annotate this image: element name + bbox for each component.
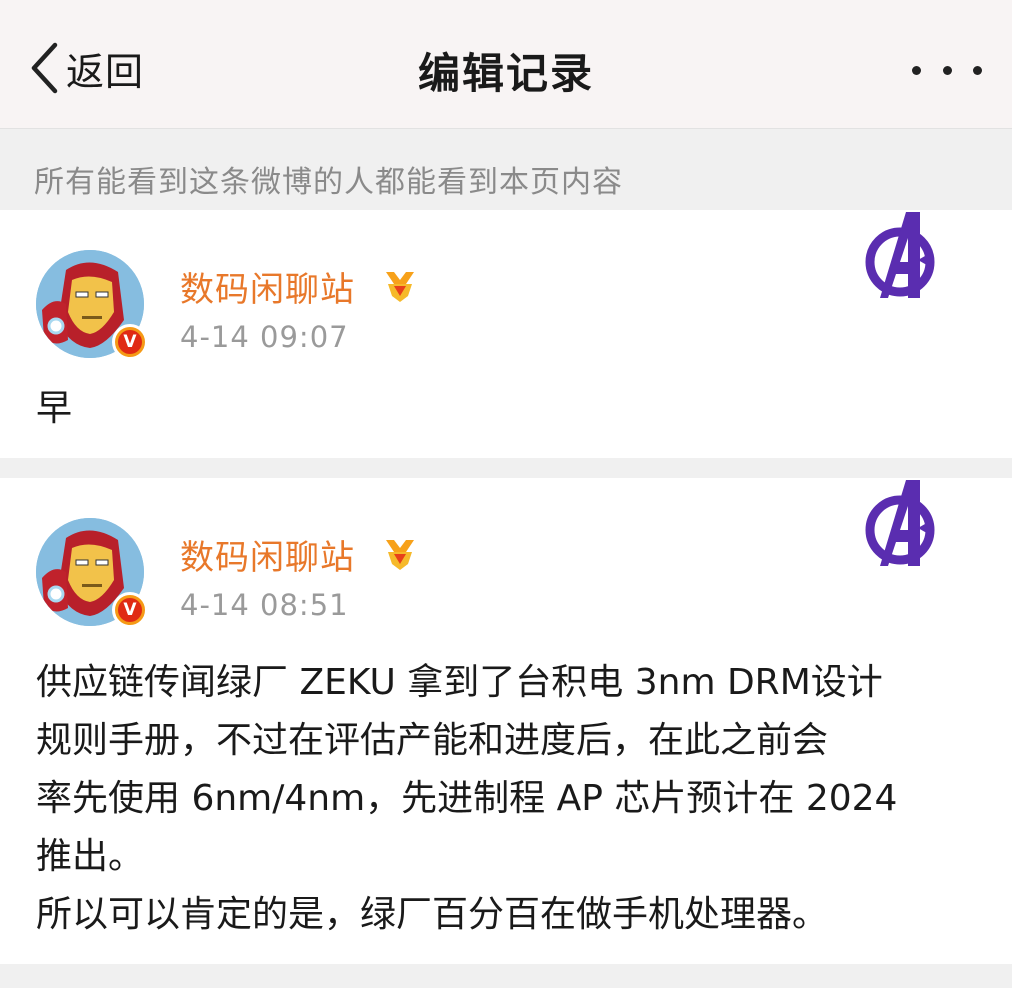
vip-medal-icon <box>380 266 420 310</box>
post-content: 早 <box>36 380 986 438</box>
vip-medal-icon <box>380 534 420 578</box>
content-line: 早 <box>36 388 73 429</box>
notice-text: 所有能看到这条微博的人都能看到本页内容 <box>34 165 623 200</box>
content-line: 供应链传闻绿厂 ZEKU 拿到了台积电 3nm DRM设计 <box>36 662 883 703</box>
more-button[interactable] <box>912 58 982 82</box>
verified-badge: V <box>112 324 148 360</box>
nav-bar: 返回 编辑记录 <box>0 0 1012 129</box>
more-dots-icon <box>942 65 952 75</box>
avengers-logo-badge <box>858 478 942 574</box>
visibility-notice: 所有能看到这条微博的人都能看到本页内容 <box>0 129 1012 210</box>
timestamp: 4-14 08:51 <box>180 588 349 622</box>
content-line: 率先使用 6nm/4nm，先进制程 AP 芯片预计在 2024 <box>36 778 898 819</box>
verified-badge: V <box>112 592 148 628</box>
post-content: 供应链传闻绿厂 ZEKU 拿到了台积电 3nm DRM设计 规则手册，不过在评估… <box>36 654 986 944</box>
page-title: 编辑记录 <box>417 49 594 98</box>
more-dots-icon <box>973 65 982 75</box>
avengers-logo-badge <box>858 210 942 306</box>
edit-record-card: V 数码闲聊站 4-14 09:07 早 <box>0 210 1012 458</box>
edit-record-card: V 数码闲聊站 4-14 08:51 供应链传闻绿厂 ZEKU 拿到了台积电 3… <box>0 478 1012 964</box>
more-dots-icon <box>912 65 921 75</box>
timestamp: 4-14 09:07 <box>180 320 349 354</box>
username[interactable]: 数码闲聊站 <box>180 262 355 311</box>
content-line: 规则手册，不过在评估产能和进度后，在此之前会 <box>36 720 829 761</box>
username[interactable]: 数码闲聊站 <box>180 530 355 579</box>
content-line: 所以可以肯定的是，绿厂百分百在做手机处理器。 <box>36 894 829 935</box>
content-line: 推出。 <box>36 836 145 877</box>
